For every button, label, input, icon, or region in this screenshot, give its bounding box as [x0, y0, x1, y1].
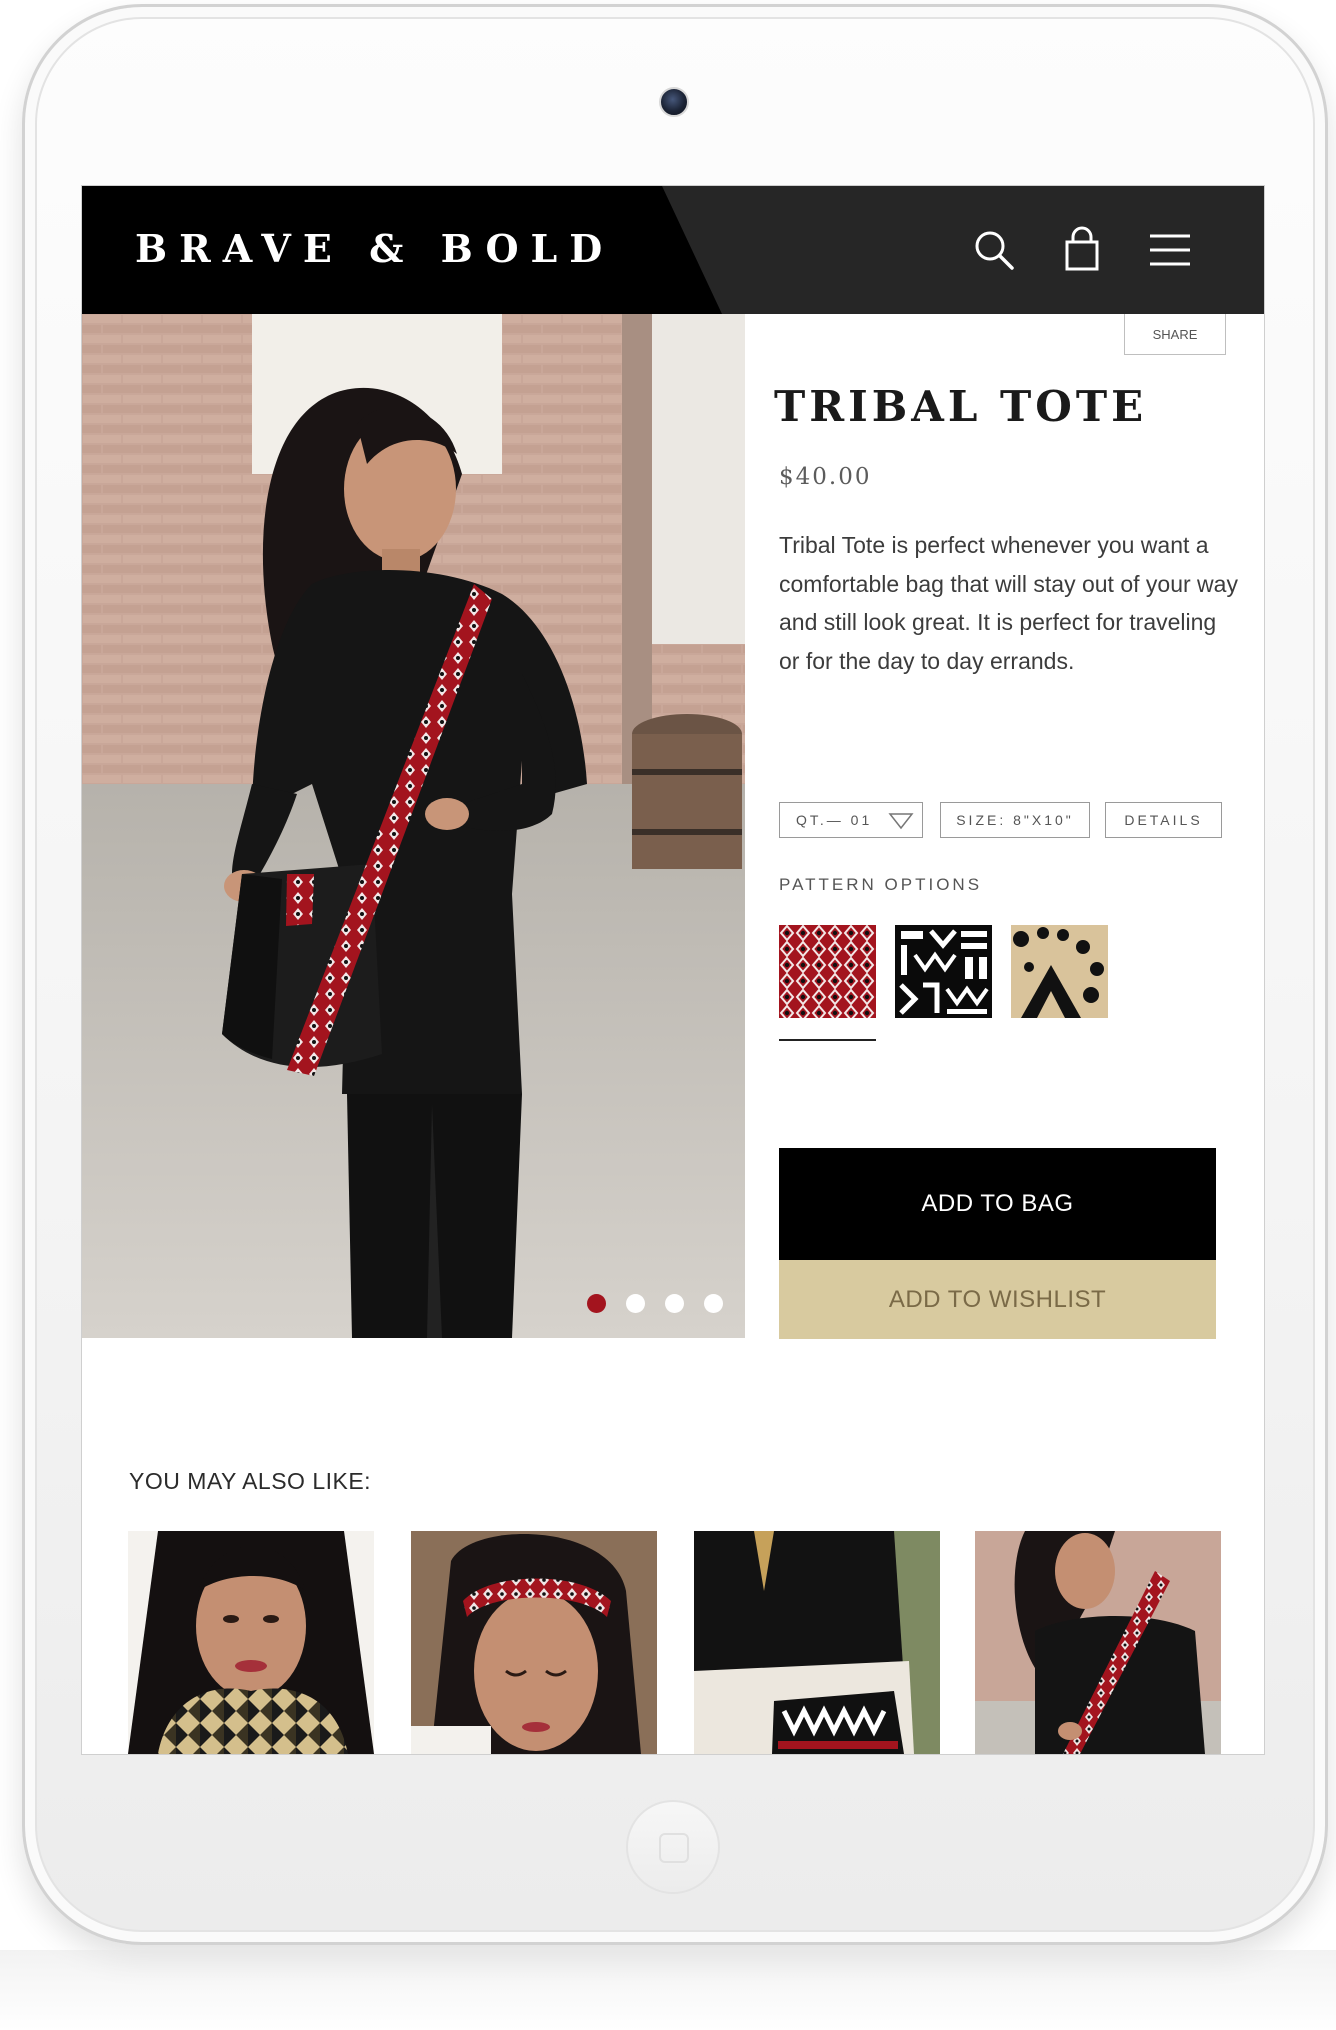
recommended-headband-thumbnail[interactable]	[411, 1531, 657, 1754]
brand-logo[interactable]: BRAVE & BOLD	[135, 226, 614, 271]
recommendations-heading: YOU MAY ALSO LIKE:	[129, 1468, 372, 1494]
red-diamond-pattern-swatch[interactable]	[779, 925, 876, 1018]
model-with-tote-image	[82, 314, 745, 1338]
carousel-dot-3[interactable]	[665, 1294, 684, 1313]
product-description: Tribal Tote is perfect whenever you want…	[779, 532, 1238, 674]
tan-dot-pattern-swatch[interactable]	[1011, 925, 1108, 1018]
quantity-select[interactable]: QT.— 01	[779, 802, 923, 838]
menu-icon[interactable]	[1146, 226, 1194, 274]
carousel-dots	[587, 1294, 723, 1313]
recommended-scarf-thumbnail[interactable]	[128, 1531, 374, 1754]
recommended-tote-thumbnail[interactable]	[975, 1531, 1221, 1754]
share-button[interactable]: SHARE	[1124, 314, 1226, 355]
app-screen: BRAVE & BOLD SHARE TRIBAL TOTE $40.00 Tr…	[81, 185, 1265, 1755]
details-button[interactable]: DETAILS	[1105, 802, 1222, 838]
carousel-dot-4[interactable]	[704, 1294, 723, 1313]
quantity-label: QT.— 01	[796, 812, 873, 828]
pattern-options-label: PATTERN OPTIONS	[779, 875, 983, 894]
device-reflection	[0, 1950, 1336, 2030]
chevron-down-icon	[888, 813, 914, 830]
size-button[interactable]: SIZE: 8"X10"	[940, 802, 1090, 838]
carousel-dot-2[interactable]	[626, 1294, 645, 1313]
shopping-bag-icon[interactable]	[1058, 226, 1106, 274]
search-icon[interactable]	[970, 226, 1018, 274]
white-tribal-pattern-swatch[interactable]	[895, 925, 992, 1018]
recommended-clutch-thumbnail[interactable]	[694, 1531, 940, 1754]
product-price: $40.00	[779, 464, 872, 490]
add-to-wishlist-button[interactable]: ADD TO WISHLIST	[779, 1260, 1216, 1339]
add-to-bag-button[interactable]: ADD TO BAG	[779, 1148, 1216, 1260]
top-nav-bar: BRAVE & BOLD	[82, 186, 1264, 314]
selected-pattern-indicator	[779, 1039, 876, 1041]
carousel-dot-1[interactable]	[587, 1294, 606, 1313]
product-hero-image[interactable]	[82, 314, 745, 1338]
product-title: TRIBAL TOTE	[774, 382, 1148, 431]
home-button[interactable]	[626, 1800, 720, 1894]
front-camera	[659, 87, 689, 117]
